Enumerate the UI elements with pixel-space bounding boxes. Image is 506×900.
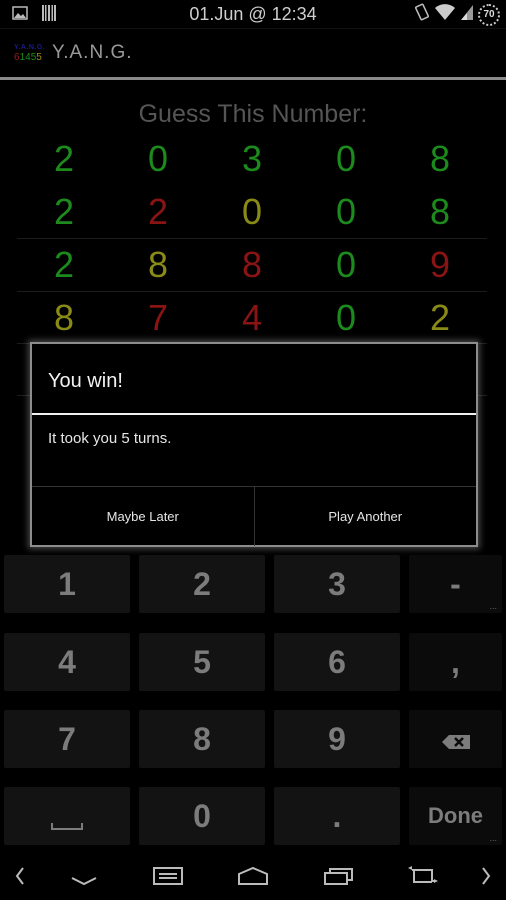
target-number-row: 2 0 3 0 8 — [17, 133, 487, 185]
digit-wrong: 7 — [147, 297, 169, 338]
dialog-message: It took you 5 turns. — [48, 430, 172, 447]
digit-wrong: 8 — [241, 244, 263, 285]
key-0[interactable]: 0 — [139, 787, 265, 845]
digit-correct: 0 — [147, 138, 169, 179]
rotate-screen-icon[interactable] — [406, 865, 440, 892]
status-bar: 01.Jun @ 12:34 70 — [0, 0, 506, 29]
navigation-bar — [0, 855, 506, 900]
scroll-right-icon[interactable] — [480, 865, 492, 892]
scroll-left-icon[interactable] — [14, 865, 26, 892]
key-2[interactable]: 2 — [139, 555, 265, 613]
key-space[interactable] — [4, 787, 130, 845]
numeric-keyboard: 1 2 3 - ... 4 5 6 , 7 8 9 0 . Done ... — [0, 553, 506, 853]
key-8[interactable]: 8 — [139, 710, 265, 768]
key-minus[interactable]: - ... — [409, 555, 502, 613]
guess-row: 8 7 4 0 2 — [17, 291, 487, 344]
key-done[interactable]: Done ... — [409, 787, 502, 845]
rotate-icon — [414, 3, 430, 26]
app-title: Y.A.N.G. — [52, 42, 133, 63]
key-9[interactable]: 9 — [274, 710, 400, 768]
key-5[interactable]: 5 — [139, 633, 265, 691]
backspace-icon — [441, 721, 471, 758]
guess-row: 2 2 0 0 8 — [17, 186, 487, 238]
key-6[interactable]: 6 — [274, 633, 400, 691]
dialog-button-bar: Maybe Later Play Another — [32, 486, 476, 546]
digit-misplaced: 8 — [53, 297, 75, 338]
action-bar: Y.A.N.G. 61455 Y.A.N.G. — [0, 29, 506, 80]
recent-apps-icon[interactable] — [323, 865, 355, 892]
digit-correct: 3 — [241, 138, 263, 179]
digit-correct: 2 — [53, 138, 75, 179]
digit-misplaced: 8 — [147, 244, 169, 285]
key-3[interactable]: 3 — [274, 555, 400, 613]
digit-wrong: 2 — [147, 191, 169, 232]
digit-correct: 8 — [429, 138, 451, 179]
key-backspace[interactable] — [409, 710, 502, 768]
home-icon[interactable] — [237, 865, 269, 892]
more-keys-hint: ... — [489, 833, 497, 843]
space-icon — [51, 802, 83, 839]
app-logo: Y.A.N.G. 61455 — [14, 44, 50, 66]
guess-label: Guess This Number: — [138, 100, 368, 128]
digit-correct: 0 — [335, 244, 357, 285]
play-another-button[interactable]: Play Another — [253, 487, 477, 546]
key-period[interactable]: . — [274, 787, 400, 845]
key-comma[interactable]: , — [409, 633, 502, 691]
key-7[interactable]: 7 — [4, 710, 130, 768]
win-dialog: You win! It took you 5 turns. Maybe Late… — [30, 342, 478, 547]
logo-text: Y.A.N.G. — [14, 44, 46, 51]
wifi-icon — [434, 3, 456, 26]
key-label: Done — [428, 803, 483, 828]
guess-row: 2 8 8 0 9 — [17, 238, 487, 291]
key-4[interactable]: 4 — [4, 633, 130, 691]
key-1[interactable]: 1 — [4, 555, 130, 613]
more-keys-hint: ... — [489, 601, 497, 611]
maybe-later-button[interactable]: Maybe Later — [32, 487, 254, 546]
menu-icon[interactable] — [152, 865, 184, 892]
digit-correct: 2 — [53, 244, 75, 285]
battery-icon: 70 — [478, 3, 500, 26]
digit-correct: 2 — [53, 191, 75, 232]
logo-digit: 5 — [36, 52, 42, 63]
digit-misplaced: 0 — [241, 191, 263, 232]
digit-correct: 8 — [429, 191, 451, 232]
hide-keyboard-icon[interactable] — [70, 865, 98, 892]
dialog-divider — [32, 413, 476, 415]
digit-wrong: 4 — [241, 297, 263, 338]
key-label: - — [450, 565, 461, 602]
cell-signal-icon — [460, 3, 474, 26]
digit-correct: 0 — [335, 191, 357, 232]
digit-misplaced: 2 — [429, 297, 451, 338]
dialog-title: You win! — [48, 370, 123, 392]
digit-correct: 0 — [335, 297, 357, 338]
digit-wrong: 9 — [429, 244, 451, 285]
logo-digits: 61455 — [14, 52, 50, 64]
digit-correct: 0 — [335, 138, 357, 179]
